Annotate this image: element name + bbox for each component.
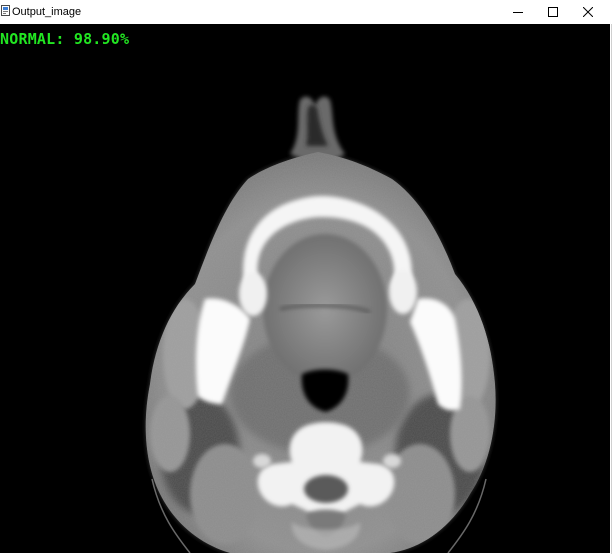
window-title: Output_image (12, 6, 82, 18)
close-icon (583, 7, 593, 17)
ct-scan-image (0, 24, 610, 553)
close-button[interactable] (570, 0, 606, 24)
minimize-button[interactable] (500, 0, 536, 24)
maximize-icon (548, 7, 558, 17)
output-image-canvas: NORMAL: 98.90% (0, 24, 610, 553)
title-bar[interactable]: Output_image (0, 0, 612, 24)
minimize-icon (513, 12, 523, 13)
app-window: Output_image NORMAL: 98.90% (0, 0, 612, 554)
app-icon (1, 5, 10, 16)
prediction-label: NORMAL: 98.90% (0, 30, 130, 48)
maximize-button[interactable] (535, 0, 571, 24)
